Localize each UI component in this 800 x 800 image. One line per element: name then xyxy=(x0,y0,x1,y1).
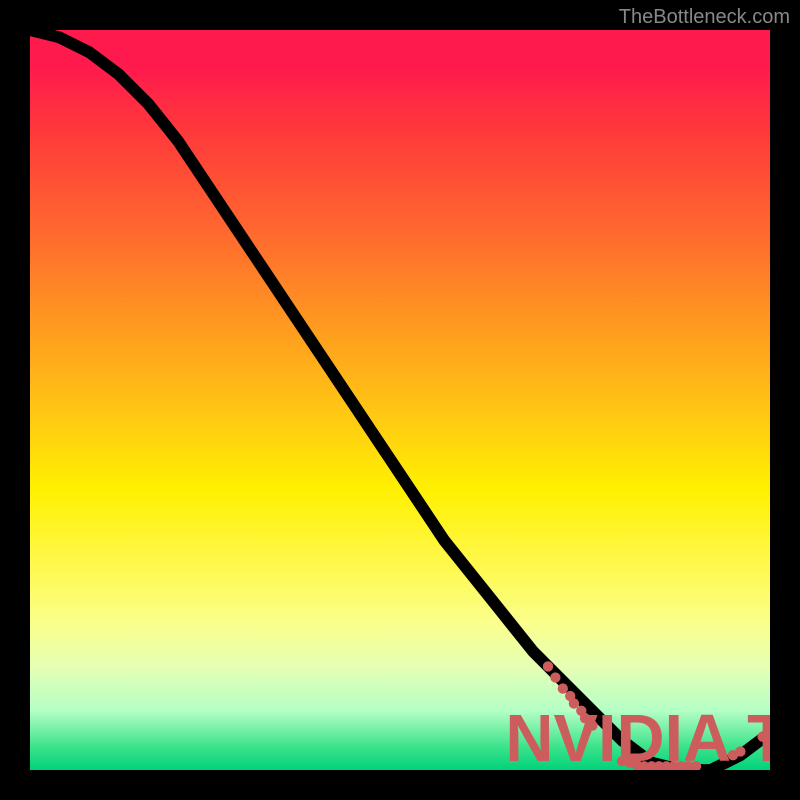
chart-area: NVIDIA Ti xyxy=(30,30,770,770)
point-label: NVIDIA Ti xyxy=(505,702,770,770)
watermark-text: TheBottleneck.com xyxy=(619,6,790,29)
bottleneck-curve xyxy=(30,30,770,770)
chart-svg: NVIDIA Ti xyxy=(30,30,770,770)
data-point xyxy=(543,661,553,671)
data-point xyxy=(550,672,560,682)
data-point xyxy=(558,683,568,693)
